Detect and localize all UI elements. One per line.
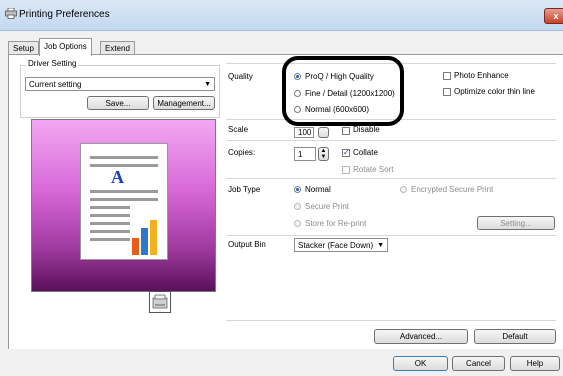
setting-button[interactable]: Setting...	[477, 216, 555, 230]
copies-input[interactable]: 1	[294, 147, 316, 161]
printer-preview-icon	[149, 291, 171, 313]
chevron-down-icon: ▼	[204, 81, 211, 88]
preview-letter: A	[111, 167, 124, 187]
optimize-color-checkbox[interactable]	[443, 88, 451, 96]
tab-setup[interactable]: Setup	[8, 41, 39, 55]
driver-setting-value: Current setting	[29, 80, 82, 89]
rotate-sort-label: Rotate Sort	[353, 165, 394, 174]
scale-input[interactable]: 100	[294, 127, 314, 138]
separator	[226, 320, 556, 321]
copies-value: 1	[298, 150, 303, 159]
cancel-button[interactable]: Cancel	[452, 356, 505, 371]
job-type-radio-encrypted[interactable]	[400, 186, 407, 193]
tab-extend[interactable]: Extend	[100, 41, 135, 55]
copies-label: Copies:	[228, 148, 256, 157]
tab-job-options[interactable]: Job Options	[39, 38, 92, 56]
separator	[226, 235, 556, 236]
window-title: Printing Preferences	[19, 9, 110, 20]
job-type-radio-normal[interactable]	[294, 186, 301, 193]
bar-chart-icon	[132, 220, 157, 255]
output-bin-select[interactable]: Stacker (Face Down) ▼	[294, 238, 388, 252]
quality-label: Quality	[228, 72, 253, 81]
rotate-sort-checkbox[interactable]	[342, 166, 350, 174]
separator	[226, 178, 556, 179]
collate-label: Collate	[353, 148, 378, 157]
job-type-radio-secure[interactable]	[294, 203, 301, 210]
management-button[interactable]: Management...	[153, 96, 215, 110]
collate-checkbox[interactable]: ✓	[342, 149, 350, 157]
photo-enhance-checkbox[interactable]	[443, 72, 451, 80]
output-bin-label: Output Bin	[228, 240, 266, 249]
scale-disable-label: Disable	[353, 125, 380, 134]
job-type-secure-label: Secure Print	[305, 202, 350, 211]
driver-setting-legend: Driver Setting	[26, 59, 79, 68]
optimize-color-label: Optimize color thin line	[454, 87, 535, 96]
close-button[interactable]: x	[544, 8, 563, 24]
output-bin-value: Stacker (Face Down)	[298, 241, 374, 250]
advanced-button[interactable]: Advanced...	[374, 329, 468, 344]
copies-stepper[interactable]: ▲ ▼	[318, 147, 329, 161]
help-button[interactable]: Help	[510, 356, 560, 371]
photo-enhance-label: Photo Enhance	[454, 71, 509, 80]
highlight-annotation	[282, 56, 404, 126]
job-type-store-label: Store for Re-print	[305, 219, 367, 228]
job-type-label: Job Type	[228, 185, 261, 194]
scale-value: 100	[298, 128, 312, 137]
scale-stepper[interactable]	[318, 127, 329, 138]
driver-setting-select[interactable]: Current setting ▼	[25, 77, 215, 91]
job-type-encrypted-label: Encrypted Secure Print	[411, 185, 494, 194]
preview-document: A	[80, 143, 168, 260]
default-button[interactable]: Default	[474, 329, 556, 344]
job-type-radio-store[interactable]	[294, 220, 301, 227]
scale-label: Scale	[228, 125, 249, 134]
scale-disable-checkbox[interactable]	[342, 127, 350, 135]
save-button[interactable]: Save...	[87, 96, 149, 110]
ok-button[interactable]: OK	[393, 356, 448, 371]
printer-icon	[5, 8, 17, 19]
chevron-down-icon: ▼	[377, 242, 384, 249]
separator	[226, 140, 556, 141]
job-type-normal-label: Normal	[305, 185, 331, 194]
